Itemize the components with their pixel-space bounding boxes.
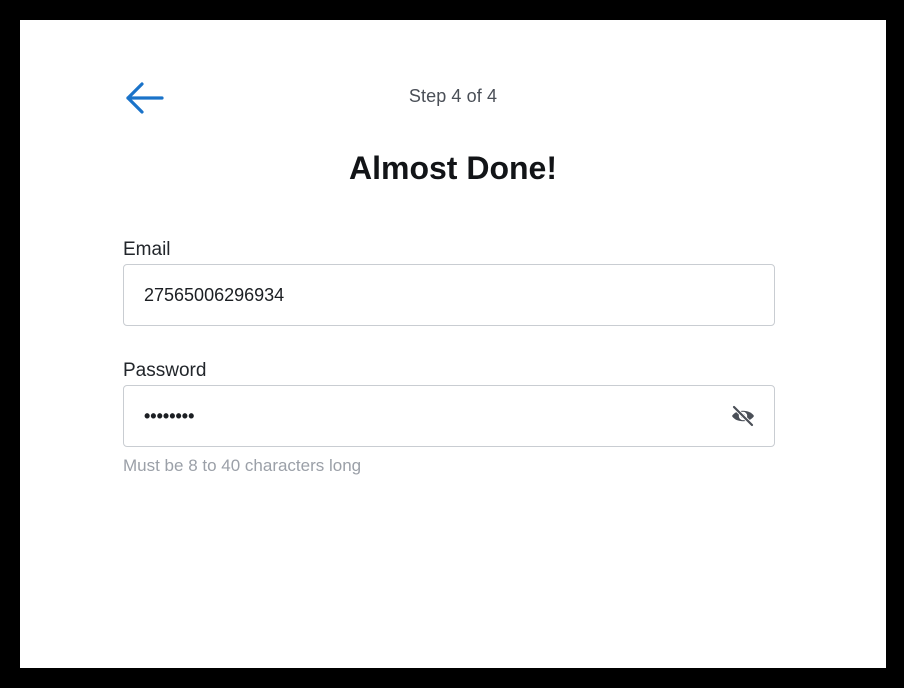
password-helper-text: Must be 8 to 40 characters long	[123, 456, 362, 475]
screenshot-frame: Step 4 of 4 Almost Done! Email Password …	[0, 0, 904, 688]
email-field-container[interactable]	[123, 264, 775, 326]
password-visibility-toggle[interactable]	[730, 404, 756, 430]
password-label: Password	[123, 360, 207, 381]
step-indicator: Step 4 of 4	[408, 86, 498, 106]
password-field-container[interactable]: ••••••••	[123, 385, 775, 447]
email-field[interactable]	[144, 284, 684, 306]
eye-slash-icon	[730, 403, 756, 432]
email-label: Email	[123, 239, 171, 260]
password-field[interactable]: ••••••••	[144, 406, 684, 427]
signup-card: Step 4 of 4 Almost Done! Email Password …	[20, 20, 886, 668]
page-title: Almost Done!	[349, 150, 557, 186]
